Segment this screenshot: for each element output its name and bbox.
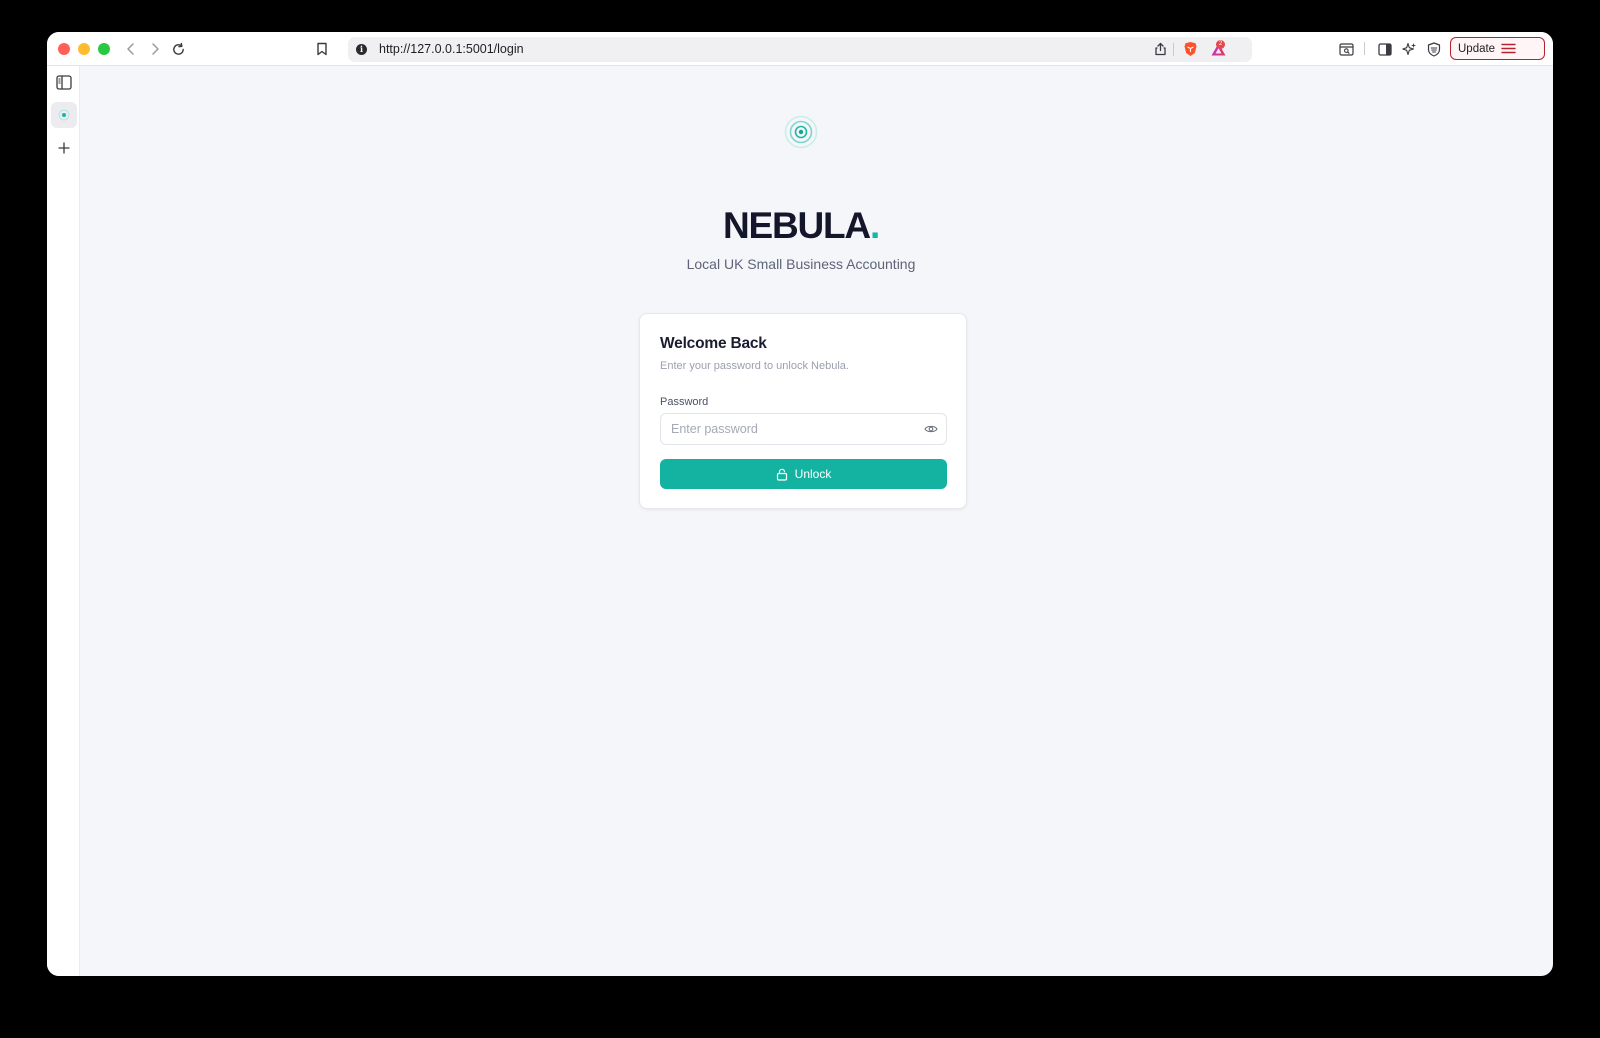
vertical-tab-sidebar [47, 66, 80, 976]
leo-ai-icon[interactable] [1400, 40, 1418, 58]
brand-title: NEBULA. [81, 205, 1521, 247]
password-input[interactable] [660, 413, 947, 445]
toggle-sidebar-icon[interactable] [54, 72, 74, 92]
address-bar[interactable]: i http://127.0.0.1:5001/login 2 [348, 37, 1252, 62]
site-info-icon[interactable]: i [356, 44, 367, 55]
address-bar-divider [1173, 43, 1174, 56]
share-icon[interactable] [1151, 40, 1169, 58]
login-card: Welcome Back Enter your password to unlo… [639, 313, 967, 509]
browser-toolbar: i http://127.0.0.1:5001/login 2 Update [47, 32, 1553, 66]
browser-window: i http://127.0.0.1:5001/login 2 Update N… [47, 32, 1553, 976]
brand-tagline: Local UK Small Business Accounting [686, 256, 916, 272]
close-window-button[interactable] [58, 43, 70, 55]
rewards-badge: 2 [1216, 40, 1225, 49]
back-arrow-icon[interactable] [122, 40, 140, 58]
url-text[interactable]: http://127.0.0.1:5001/login [379, 42, 524, 56]
login-title: Welcome Back [660, 335, 767, 352]
password-label: Password [660, 396, 709, 408]
forward-arrow-icon[interactable] [146, 40, 164, 58]
active-tab-favicon[interactable] [51, 102, 77, 128]
lock-icon [776, 468, 788, 481]
unlock-button[interactable]: Unlock [660, 459, 947, 489]
vpn-shield-icon[interactable] [1425, 40, 1443, 58]
unlock-label: Unlock [794, 467, 832, 481]
login-subtitle: Enter your password to unlock Nebula. [660, 360, 849, 372]
sidebar-panel-icon[interactable] [1376, 40, 1394, 58]
tab-search-icon[interactable] [1337, 40, 1355, 58]
bookmark-icon[interactable] [313, 40, 331, 58]
update-menu-button[interactable]: Update [1450, 37, 1545, 60]
nebula-logo-icon [784, 115, 818, 149]
reload-icon[interactable] [169, 40, 187, 58]
brand-name: NEBULA [722, 205, 871, 246]
update-label: Update [1458, 42, 1496, 55]
show-password-eye-icon[interactable] [923, 421, 939, 437]
hamburger-menu-icon [1501, 43, 1516, 54]
brand-dot: . [869, 205, 880, 246]
new-tab-plus-icon[interactable] [54, 138, 74, 158]
toolbar-divider [1364, 42, 1365, 55]
minimize-window-button[interactable] [78, 43, 90, 55]
maximize-window-button[interactable] [98, 43, 110, 55]
brave-shields-icon[interactable] [1181, 40, 1199, 58]
page-content: NEBULA. Local UK Small Business Accounti… [81, 66, 1553, 976]
